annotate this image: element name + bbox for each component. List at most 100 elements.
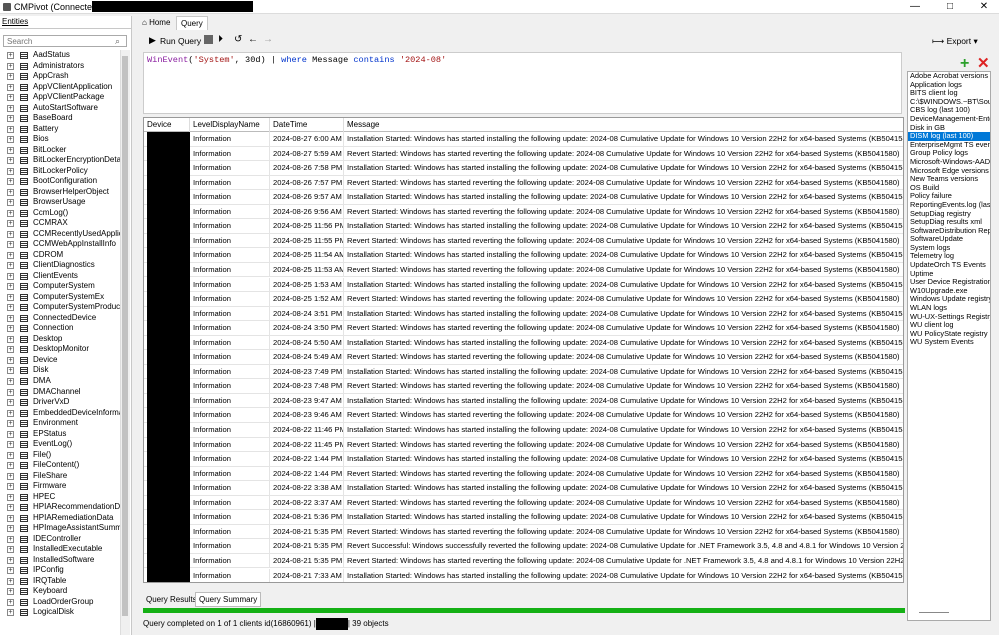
minimize-button[interactable]: — — [900, 0, 930, 14]
entity-item[interactable]: + Desktop — [0, 334, 120, 345]
saved-query-item[interactable]: WU client log — [908, 321, 990, 330]
entity-item[interactable]: + ComputerSystem — [0, 281, 120, 292]
saved-query-item[interactable]: DeviceManagement-Ente — [908, 115, 990, 124]
saved-query-item[interactable]: WU-UX-Settings Registry — [908, 313, 990, 322]
entity-item[interactable]: + BitLockerEncryptionDetails — [0, 155, 120, 166]
saved-query-item[interactable]: Policy failure — [908, 192, 990, 201]
entity-item[interactable]: + Environment — [0, 418, 120, 429]
table-row[interactable]: Information 2024-08-21 5:36 PM Installatio… — [144, 510, 903, 525]
saved-query-item[interactable]: Microsoft Edge versions — [908, 167, 990, 176]
entity-item[interactable]: + EventLog() — [0, 439, 120, 450]
tab-home[interactable]: ⌂ Home — [138, 16, 174, 30]
saved-query-item[interactable]: Uptime — [908, 270, 990, 279]
expand-icon[interactable]: + — [7, 104, 14, 112]
back-arrow-icon[interactable]: ← — [248, 35, 258, 45]
expand-icon[interactable]: + — [7, 325, 14, 333]
expand-icon[interactable]: + — [7, 504, 14, 512]
entity-item[interactable]: + Connection — [0, 323, 120, 334]
saved-query-item[interactable]: Adobe Acrobat versions — [908, 72, 990, 81]
expand-icon[interactable]: + — [7, 136, 14, 144]
saved-query-item[interactable]: WLAN logs — [908, 304, 990, 313]
expand-icon[interactable]: + — [7, 430, 14, 438]
table-row[interactable]: Information 2024-08-22 1:44 PM Installatio… — [144, 452, 903, 467]
saved-query-item[interactable]: System logs — [908, 244, 990, 253]
table-row[interactable]: Information 2024-08-27 5:59 AM Revert Star… — [144, 146, 903, 162]
entity-item[interactable]: + IRQTable — [0, 576, 120, 587]
table-row[interactable]: Information 2024-08-26 9:57 AM Installatio… — [144, 190, 903, 205]
entity-item[interactable]: + AppCrash — [0, 71, 120, 82]
expand-icon[interactable]: + — [7, 462, 14, 470]
table-row[interactable]: Information 2024-08-23 9:46 AM Revert Star… — [144, 408, 903, 423]
table-row[interactable]: Information 2024-08-23 7:48 PM Revert Star… — [144, 379, 903, 394]
expand-icon[interactable]: + — [7, 83, 14, 91]
entity-item[interactable]: + Device — [0, 355, 120, 366]
saved-query-item[interactable]: SetupDiag registry — [908, 210, 990, 219]
entity-item[interactable]: + Bios — [0, 134, 120, 145]
saved-query-item[interactable]: DISM log (last 100) — [908, 132, 990, 141]
tab-query-summary[interactable]: Query Summary — [195, 592, 262, 607]
saved-query-item[interactable]: New Teams versions — [908, 175, 990, 184]
table-row[interactable]: Information 2024-08-23 7:49 PM Installatio… — [144, 364, 903, 380]
expand-icon[interactable]: + — [7, 567, 14, 575]
expand-icon[interactable]: + — [7, 188, 14, 196]
table-row[interactable]: Information 2024-08-24 5:49 AM Revert Star… — [144, 350, 903, 365]
entity-item[interactable]: + AadStatus — [0, 50, 120, 61]
entity-item[interactable]: + BrowserUsage — [0, 197, 120, 208]
tab-query[interactable]: Query — [176, 16, 208, 30]
entity-item[interactable]: + HPIARemediationData — [0, 513, 120, 524]
delete-query-icon[interactable]: ✕ — [977, 56, 990, 72]
table-row[interactable]: Information 2024-08-24 3:51 PM Installatio… — [144, 306, 903, 322]
entity-item[interactable]: + ClientEvents — [0, 271, 120, 282]
run-query-button[interactable]: Run Query — [160, 36, 201, 46]
expand-icon[interactable]: + — [7, 409, 14, 417]
expand-icon[interactable]: + — [7, 556, 14, 564]
expand-icon[interactable]: + — [7, 241, 14, 249]
entity-item[interactable]: + CCMWebAppInstallInfo — [0, 239, 120, 250]
saved-query-item[interactable]: Telemetry log — [908, 252, 990, 261]
entity-item[interactable]: + HPEC — [0, 492, 120, 503]
expand-icon[interactable]: + — [7, 125, 14, 133]
entity-item[interactable]: + HPIARecommendationDat — [0, 502, 120, 513]
expand-icon[interactable]: + — [7, 335, 14, 343]
expand-icon[interactable]: + — [7, 178, 14, 186]
saved-query-item[interactable]: Windows Update registry — [908, 295, 990, 304]
entity-item[interactable]: + ComputerSystemProduct — [0, 302, 120, 313]
expand-icon[interactable]: + — [7, 441, 14, 449]
expand-icon[interactable]: + — [7, 209, 14, 217]
entity-item[interactable]: + EPStatus — [0, 429, 120, 440]
entity-item[interactable]: + File() — [0, 450, 120, 461]
table-row[interactable]: Information 2024-08-22 3:37 AM Revert Star… — [144, 495, 903, 511]
entity-item[interactable]: + ConnectedDevice — [0, 313, 120, 324]
expand-icon[interactable]: + — [7, 483, 14, 491]
expand-icon[interactable]: + — [7, 420, 14, 428]
entity-item[interactable]: + Battery — [0, 124, 120, 135]
export-button[interactable]: ⟼ Export ▾ — [932, 36, 978, 47]
entity-item[interactable]: + CcmLog() — [0, 208, 120, 219]
expand-icon[interactable]: + — [7, 493, 14, 501]
entity-item[interactable]: + LoadOrderGroup — [0, 597, 120, 608]
table-row[interactable]: Information 2024-08-25 11:53 AM Revert Sta… — [144, 262, 903, 278]
entity-item[interactable]: + HPImageAssistantSummar — [0, 523, 120, 534]
table-row[interactable]: Information 2024-08-22 1:44 PM Revert Star… — [144, 466, 903, 482]
table-row[interactable]: Information 2024-08-25 11:55 PM Revert Sta… — [144, 233, 903, 249]
play-icon[interactable]: ▶ — [149, 35, 156, 45]
search-icon[interactable]: ⌕ — [115, 36, 120, 47]
saved-query-item[interactable]: C:\$WINDOWS.~BT\Sou — [908, 98, 990, 107]
expand-icon[interactable]: + — [7, 62, 14, 70]
entity-item[interactable]: + IPConfig — [0, 565, 120, 576]
saved-query-item[interactable]: WU PolicyState registry — [908, 330, 990, 339]
entity-item[interactable]: + BitLocker — [0, 145, 120, 156]
entity-item[interactable]: + DriverVxD — [0, 397, 120, 408]
table-row[interactable]: Information 2024-08-24 5:50 AM Installatio… — [144, 335, 903, 351]
refresh-icon[interactable]: ↺ — [234, 35, 242, 45]
entity-item[interactable]: + CCMRAX — [0, 218, 120, 229]
expand-icon[interactable]: + — [7, 73, 14, 81]
maximize-button[interactable]: □ — [935, 0, 965, 14]
saved-query-item[interactable]: EnterpriseMgmt TS event — [908, 141, 990, 150]
entity-item[interactable]: + BrowserHelperObject — [0, 187, 120, 198]
table-row[interactable]: Information 2024-08-21 5:35 PM Revert Star… — [144, 524, 903, 540]
table-row[interactable]: Information 2024-08-22 11:46 PM Installati… — [144, 423, 903, 438]
entity-item[interactable]: + CCMRecentlyUsedApplicat — [0, 229, 120, 240]
entity-item[interactable]: + Disk — [0, 365, 120, 376]
table-row[interactable]: Information 2024-08-26 9:56 AM Revert Star… — [144, 204, 903, 220]
